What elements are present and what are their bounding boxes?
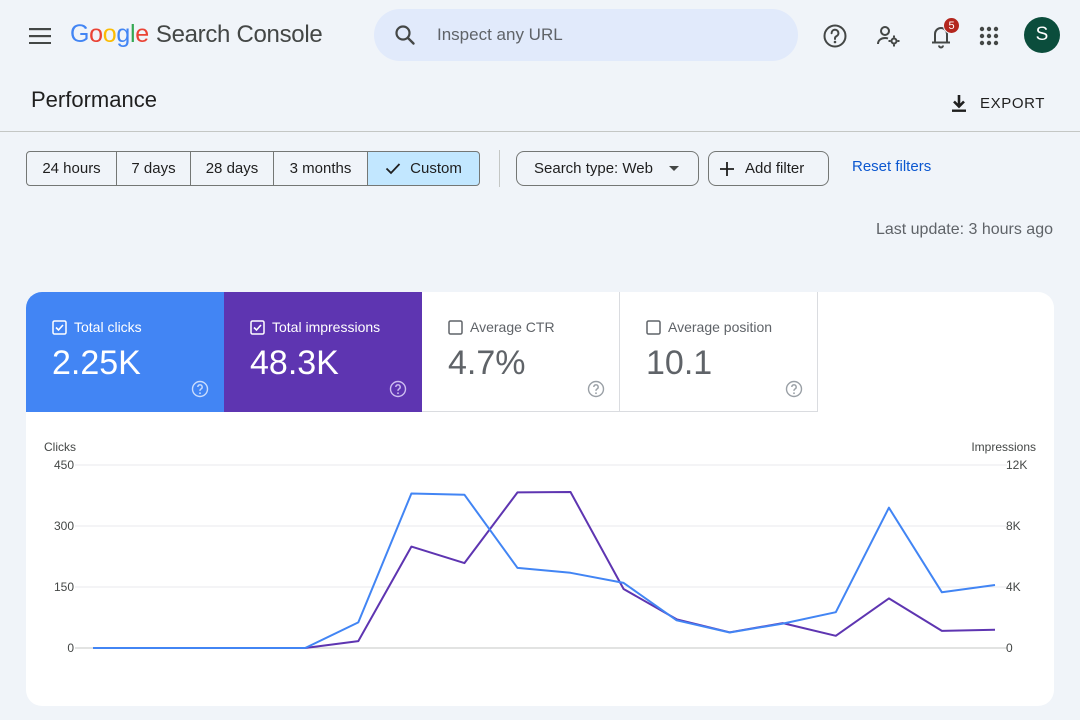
date-range-selector: 24 hours 7 days 28 days 3 months Custom — [26, 151, 480, 186]
date-range-custom-label: Custom — [410, 160, 462, 177]
add-filter-button[interactable]: Add filter — [708, 151, 829, 186]
help-icon[interactable] — [191, 380, 209, 398]
search-type-filter[interactable]: Search type: Web — [516, 151, 699, 186]
help-icon[interactable] — [816, 17, 854, 55]
page-header: Performance EXPORT — [0, 72, 1080, 132]
help-icon[interactable] — [389, 380, 407, 398]
date-range-28-days[interactable]: 28 days — [190, 151, 274, 186]
metric-total-clicks[interactable]: Total clicks 2.25K — [26, 292, 224, 412]
metric-value: 48.3K — [250, 344, 339, 382]
logo-letter: g — [116, 20, 130, 48]
metric-value: 10.1 — [646, 344, 713, 382]
date-range-24-hours[interactable]: 24 hours — [26, 151, 117, 186]
date-range-custom[interactable]: Custom — [367, 151, 480, 186]
menu-icon[interactable] — [22, 18, 58, 54]
user-avatar[interactable]: S — [1024, 17, 1060, 53]
right-axis-label: Impressions — [971, 440, 1036, 454]
apps-grid-icon[interactable] — [970, 17, 1008, 55]
export-label: EXPORT — [980, 94, 1046, 112]
top-app-bar: Google Search Console 5 S — [0, 0, 1080, 72]
right-axis-tick-label: 0 — [1006, 641, 1013, 655]
plus-icon — [720, 161, 734, 176]
series-line-total-clicks[interactable] — [93, 492, 996, 649]
left-axis-tick-label: 300 — [54, 519, 74, 533]
url-inspection-search[interactable] — [374, 9, 798, 61]
reset-filters-link[interactable]: Reset filters — [852, 158, 931, 175]
right-axis-tick-label: 8K — [1006, 519, 1021, 533]
search-input[interactable] — [437, 25, 777, 45]
metric-label: Average position — [668, 319, 773, 335]
check-icon — [386, 163, 401, 175]
logo-letter: o — [89, 20, 103, 48]
export-button[interactable]: EXPORT — [948, 88, 1045, 118]
manage-accounts-icon[interactable] — [869, 17, 907, 55]
metric-value: 2.25K — [52, 344, 141, 382]
help-icon[interactable] — [587, 380, 605, 398]
left-axis-tick-label: 150 — [54, 580, 74, 594]
metric-total-impressions[interactable]: Total impressions 48.3K — [224, 292, 422, 412]
search-console-logo[interactable]: Google Search Console — [70, 20, 323, 52]
left-axis-tick-label: 450 — [54, 458, 74, 472]
page-title: Performance — [31, 87, 157, 112]
performance-line-chart: Clicks Impressions 0 150 300 450 0 4K 8K 12K — [44, 440, 1036, 655]
dropdown-arrow-icon — [668, 165, 679, 171]
checkbox-checked-icon[interactable] — [52, 319, 67, 335]
add-filter-label: Add filter — [745, 160, 805, 177]
metric-average-ctr[interactable]: Average CTR 4.7% — [422, 292, 620, 412]
checkbox-unchecked-icon[interactable] — [646, 319, 661, 335]
product-name: Search Console — [155, 21, 323, 48]
right-axis-tick-label: 4K — [1006, 580, 1021, 594]
logo-letter: o — [102, 20, 117, 48]
logo-letter: G — [70, 20, 90, 48]
metric-value: 4.7% — [448, 344, 526, 382]
right-axis-tick-label: 12K — [1006, 458, 1027, 472]
last-update-text: Last update: 3 hours ago — [875, 221, 1053, 238]
checkbox-checked-icon[interactable] — [250, 319, 265, 335]
performance-card: Total clicks 2.25K Total impressions 48.… — [26, 292, 1054, 706]
notification-count-badge: 5 — [943, 17, 960, 34]
metric-label: Total clicks — [74, 319, 142, 335]
logo-letter: e — [135, 20, 149, 48]
metric-label: Average CTR — [470, 319, 555, 335]
download-icon — [952, 95, 966, 112]
left-axis-tick-label: 0 — [67, 641, 74, 655]
notifications-icon[interactable]: 5 — [922, 17, 960, 55]
help-icon[interactable] — [785, 380, 803, 398]
metric-average-position[interactable]: Average position 10.1 — [620, 292, 818, 412]
filter-divider — [499, 150, 500, 187]
search-type-label: Search type: Web — [534, 160, 653, 177]
left-axis-label: Clicks — [44, 440, 76, 454]
metric-label: Total impressions — [272, 319, 381, 335]
date-range-3-months[interactable]: 3 months — [273, 151, 368, 186]
search-icon[interactable] — [393, 23, 417, 47]
checkbox-unchecked-icon[interactable] — [448, 319, 463, 335]
date-range-7-days[interactable]: 7 days — [116, 151, 191, 186]
